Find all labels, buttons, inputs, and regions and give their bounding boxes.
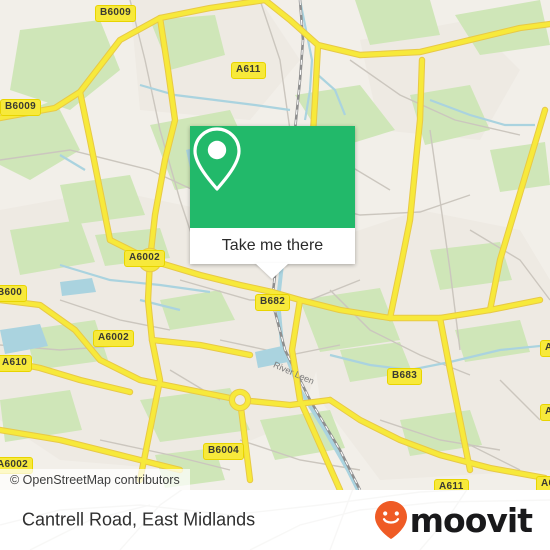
road-shield: A611 <box>540 340 550 357</box>
page-title: Cantrell Road, East Midlands <box>22 509 256 530</box>
road-shield: A611 <box>540 404 550 421</box>
road-shield: A610 <box>0 355 33 372</box>
map-canvas[interactable]: B6009 A611 B6009 A6002 B600 A6002 B682 A610 B683… <box>0 0 550 490</box>
footer-bar: Cantrell Road, East Midlands moovit <box>0 490 550 550</box>
take-me-there-button[interactable]: Take me there <box>190 228 355 264</box>
road-shield: B682 <box>255 294 291 311</box>
moovit-pin-icon <box>374 501 407 539</box>
take-me-there-label: Take me there <box>221 237 324 254</box>
place-card[interactable]: Take me there <box>190 126 355 264</box>
road-shield: A611 <box>434 479 469 490</box>
road-shield: A6002 <box>124 250 165 267</box>
road-shield: B6009 <box>95 5 136 22</box>
attribution-text: © OpenStreetMap contributors <box>10 472 180 487</box>
road-shield: A611 <box>231 62 266 79</box>
road-shield: B6004 <box>203 443 244 460</box>
road-shield: B6009 <box>0 99 41 116</box>
place-card-header <box>190 126 355 228</box>
map-pin-icon <box>193 127 241 191</box>
map-attribution[interactable]: © OpenStreetMap contributors <box>0 469 190 490</box>
moovit-wordmark: moovit <box>409 500 533 540</box>
map-screen: B6009 A611 B6009 A6002 B600 A6002 B682 A610 B683… <box>0 0 550 550</box>
road-shield: B600 <box>0 285 28 302</box>
place-card-pointer <box>255 263 289 279</box>
moovit-logo[interactable]: moovit <box>374 500 533 540</box>
road-shield: A60 <box>536 476 550 490</box>
road-shield: A6002 <box>93 330 134 347</box>
road-shield: B683 <box>387 368 423 385</box>
